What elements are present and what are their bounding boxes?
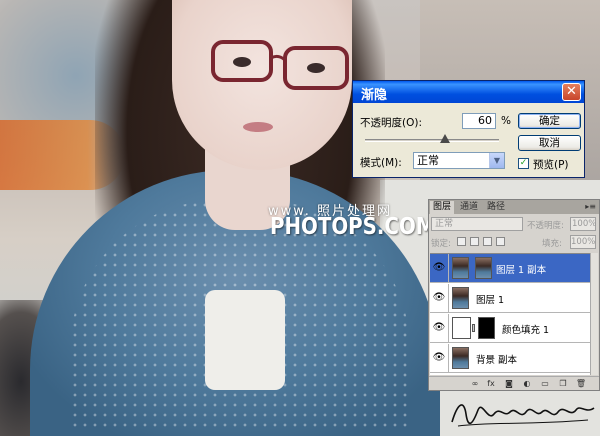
opacity-unit: %	[501, 115, 511, 127]
layer-name[interactable]: 图层 1	[476, 292, 504, 306]
glasses	[211, 40, 349, 90]
layer-row-background-copy[interactable]: 👁 背景 副本	[430, 344, 598, 373]
eye-icon[interactable]: 👁	[432, 322, 446, 334]
fade-dialog: 渐隐 ✕ 不透明度(O): 60 % 模式(M): 正常 ▼ 确定 取消 ✓ 预…	[352, 80, 585, 178]
folder-icon[interactable]: ▭	[539, 378, 551, 389]
layer-name[interactable]: 背景 副本	[476, 352, 517, 366]
layer-thumbnail	[475, 257, 492, 279]
lock-label: 锁定:	[431, 239, 451, 249]
new-layer-icon[interactable]: ❐	[557, 378, 569, 389]
opacity-slider-thumb[interactable]	[440, 134, 451, 143]
lips	[243, 122, 273, 132]
lock-all-icon[interactable]	[496, 237, 505, 246]
link-icon[interactable]: ∞	[469, 378, 481, 389]
panel-tabs: 图层 通道 路径 ▸≡	[429, 200, 599, 214]
preview-label[interactable]: 预览(P)	[533, 157, 569, 172]
trash-icon[interactable]: 🗑	[575, 378, 587, 389]
tab-layers[interactable]: 图层	[430, 201, 455, 214]
fill-input[interactable]: 100%	[570, 235, 596, 249]
mask-thumbnail	[478, 317, 495, 339]
mode-select[interactable]: 正常 ▼	[413, 152, 505, 169]
lock-row: 锁定: 填充: 100%	[431, 235, 597, 250]
eye-icon[interactable]: 👁	[432, 292, 446, 304]
panel-menu-icon[interactable]: ▸≡	[585, 202, 596, 211]
lock-position-icon[interactable]	[483, 237, 492, 246]
layer-opacity-input[interactable]: 100%	[570, 217, 596, 231]
layer-list: 👁 图层 1 副本 👁 图层 1 👁 颜色填充 1 👁 背景 副本	[430, 253, 598, 375]
signature	[451, 404, 595, 427]
panel-footer: ∞ fx ◙ ◐ ▭ ❐ 🗑	[429, 376, 599, 390]
eye-icon[interactable]: 👁	[432, 352, 446, 364]
ok-button[interactable]: 确定	[518, 113, 581, 129]
layer-opacity-label: 不透明度:	[527, 221, 564, 231]
watermark: www. 照片处理网 PHOTOPS.COM	[268, 200, 438, 260]
adjustment-icon[interactable]: ◐	[521, 378, 533, 389]
layer-thumbnail	[452, 287, 469, 309]
tab-paths[interactable]: 路径	[484, 201, 508, 214]
divider	[448, 344, 449, 372]
opacity-slider-track[interactable]	[365, 139, 499, 142]
layer-name[interactable]: 图层 1 副本	[496, 262, 546, 276]
layer-name[interactable]: 颜色填充 1	[502, 322, 549, 336]
link-icon[interactable]	[472, 324, 475, 332]
layer-thumbnail	[452, 257, 469, 279]
lock-pixels-icon[interactable]	[470, 237, 479, 246]
fx-icon[interactable]: fx	[485, 378, 497, 389]
layer-thumbnail	[452, 347, 469, 369]
tab-channels[interactable]: 通道	[457, 201, 481, 214]
close-button[interactable]: ✕	[562, 83, 581, 101]
eye-icon[interactable]: 👁	[432, 262, 446, 274]
fill-thumbnail	[452, 317, 471, 339]
mode-select-value: 正常	[417, 154, 439, 167]
blend-row: 正常 不透明度: 100%	[431, 217, 597, 232]
divider	[448, 284, 449, 312]
mask-icon[interactable]: ◙	[503, 378, 515, 389]
dialog-titlebar[interactable]: 渐隐 ✕	[353, 81, 584, 103]
layer-row-copy[interactable]: 👁 图层 1 副本	[430, 254, 598, 283]
preview-checkbox[interactable]: ✓	[518, 158, 529, 169]
opacity-label: 不透明度(O):	[360, 117, 422, 129]
cancel-button[interactable]: 取消	[518, 135, 581, 151]
fill-label: 填充:	[542, 239, 562, 249]
chevron-down-icon[interactable]: ▼	[489, 153, 504, 168]
mode-label: 模式(M):	[360, 157, 402, 169]
layer-row-color-fill[interactable]: 👁 颜色填充 1	[430, 314, 598, 343]
layers-panel: 图层 通道 路径 ▸≡ 正常 不透明度: 100% 锁定: 填充: 100% 👁…	[428, 199, 600, 391]
blend-mode-select[interactable]: 正常	[431, 217, 523, 231]
opacity-input[interactable]: 60	[462, 113, 496, 129]
watermark-brand: PHOTOPS.COM	[270, 214, 436, 240]
layer-list-scrollbar[interactable]	[590, 253, 598, 375]
dialog-title: 渐隐	[361, 88, 388, 103]
close-icon: ✕	[566, 84, 577, 99]
layer-row-layer1[interactable]: 👁 图层 1	[430, 284, 598, 313]
divider	[448, 254, 449, 282]
divider	[448, 314, 449, 342]
lock-transparency-icon[interactable]	[457, 237, 466, 246]
inner-shirt	[205, 290, 285, 390]
